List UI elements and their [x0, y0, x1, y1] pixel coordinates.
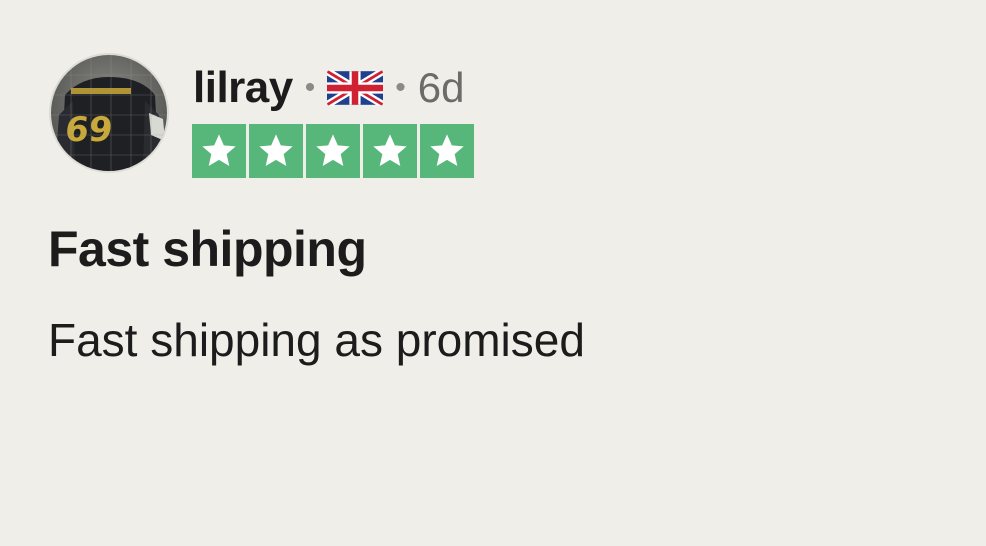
star-rating — [192, 124, 474, 178]
review-card: 69 lilray • • 6d Fast shipping Fast ship… — [0, 0, 986, 546]
uk-flag-icon — [327, 70, 384, 106]
review-date: 6d — [417, 64, 465, 111]
avatar-photo: 69 — [51, 55, 167, 171]
review-body: Fast shipping as promised — [48, 314, 585, 366]
review-title[interactable]: Fast shipping — [48, 220, 367, 278]
star-icon — [420, 124, 474, 178]
star-icon — [363, 124, 417, 178]
separator-dot: • — [395, 71, 406, 104]
star-icon — [306, 124, 360, 178]
star-icon — [192, 124, 246, 178]
username-link[interactable]: lilray — [193, 63, 293, 113]
review-header: lilray • • 6d — [193, 60, 465, 116]
separator-dot: • — [304, 71, 316, 104]
avatar[interactable]: 69 — [49, 53, 169, 173]
star-icon — [249, 124, 303, 178]
